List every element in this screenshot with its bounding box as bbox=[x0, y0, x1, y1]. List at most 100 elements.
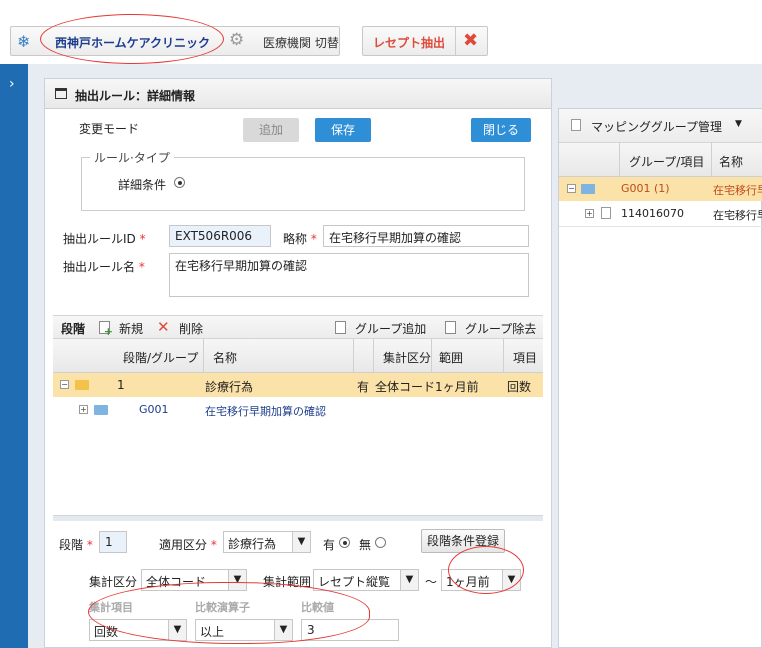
collapse-icon[interactable]: − bbox=[60, 380, 69, 389]
rule-type-fieldset: ルール·タイプ 詳細条件 bbox=[81, 149, 525, 211]
col-item[interactable]: 項目 bbox=[513, 349, 537, 366]
stage-number-field[interactable]: 1 bbox=[99, 531, 127, 553]
no-label: 無 bbox=[359, 538, 372, 552]
rule-detail-panel: 抽出ルール：詳細情報 変更モード 追加 保存 閉じる ルール·タイプ 詳細条件 … bbox=[44, 78, 552, 648]
apply-select[interactable]: 診療行為 ▼ bbox=[223, 531, 311, 553]
caret-down-icon[interactable]: ▼ bbox=[735, 119, 742, 129]
apply-label: 適用区分 * bbox=[159, 538, 217, 552]
mapping-toolbar: マッピンググループ管理 ▼ bbox=[559, 109, 762, 143]
stage-grid-header: 段階/グループ 名称 集計区分 範囲 項目 bbox=[53, 339, 543, 373]
rule-id-label: 抽出ルールID * bbox=[63, 232, 146, 246]
cell-name: 在宅移行早期加算の確認 bbox=[205, 405, 326, 418]
cell-range: 1ヶ月前 bbox=[435, 380, 479, 394]
cell-aggregation: 全体コード bbox=[375, 380, 436, 394]
clinic-name[interactable]: 西神戸ホームケアクリニック bbox=[55, 34, 210, 51]
expand-icon[interactable]: + bbox=[79, 405, 88, 414]
clinic-selector: ❄ 西神戸ホームケアクリニック ⚙ 医療機関 切替 bbox=[10, 26, 340, 56]
close-icon[interactable]: ✖ bbox=[463, 30, 478, 51]
document-icon bbox=[601, 207, 611, 219]
range-select[interactable]: レセプト縦覧 ▼ bbox=[313, 569, 419, 591]
agg-select-value: 全体コード bbox=[146, 575, 207, 589]
agg-select[interactable]: 全体コード ▼ bbox=[141, 569, 247, 591]
mode-label: 変更モード bbox=[79, 122, 140, 136]
range-to-select-value: 1ヶ月前 bbox=[446, 575, 490, 589]
table-row[interactable]: + G001 在宅移行早期加算の確認 bbox=[53, 397, 543, 423]
switch-clinic-button[interactable]: 医療機関 切替 bbox=[263, 34, 339, 51]
panel-header: 抽出ルール：詳細情報 bbox=[45, 79, 551, 109]
compare-value-field[interactable]: 3 bbox=[301, 619, 399, 641]
folder-icon bbox=[581, 184, 595, 194]
mapping-grid-header: グループ/項目 名称 bbox=[559, 143, 762, 177]
add-button[interactable]: 追加 bbox=[243, 118, 299, 142]
register-stage-button[interactable]: 段階条件登録 bbox=[421, 529, 505, 553]
chevron-down-icon: ▼ bbox=[274, 620, 292, 640]
cell-flag: 有 bbox=[357, 380, 370, 394]
no-radio[interactable] bbox=[375, 537, 386, 548]
new-doc-icon: + bbox=[99, 321, 113, 337]
rule-type-legend: ルール·タイプ bbox=[90, 149, 174, 166]
chevron-down-icon: ▼ bbox=[400, 570, 418, 590]
col-aggregation[interactable]: 集計区分 bbox=[383, 349, 431, 366]
new-button[interactable]: 新規 bbox=[119, 320, 143, 337]
mapping-group-menu[interactable]: マッピンググループ管理 bbox=[591, 118, 722, 135]
stage-label: 段階 * bbox=[59, 538, 93, 552]
short-name-field[interactable]: 在宅移行早期加算の確認 bbox=[323, 225, 529, 247]
col-range[interactable]: 範囲 bbox=[439, 349, 463, 366]
range-to-select[interactable]: 1ヶ月前 ▼ bbox=[441, 569, 521, 591]
detail-condition-label: 詳細条件 bbox=[118, 178, 167, 192]
short-name-label: 略称 * bbox=[283, 232, 317, 246]
mapping-panel: マッピンググループ管理 ▼ グループ/項目 名称 − G001 (1) 在宅移行… bbox=[558, 108, 762, 648]
document-icon bbox=[571, 119, 581, 131]
table-row[interactable]: + 114016070 在宅移行早 bbox=[559, 201, 762, 227]
col-name[interactable]: 名称 bbox=[213, 349, 237, 366]
stage-toolbar-title: 段階 bbox=[61, 322, 86, 336]
col-stage-group[interactable]: 段階/グループ bbox=[123, 349, 198, 366]
expand-icon[interactable]: + bbox=[585, 209, 594, 218]
delete-icon: ✕ bbox=[157, 318, 170, 336]
panel-title: 抽出ルール：詳細情報 bbox=[75, 89, 196, 103]
cell-code: G001 (1) bbox=[621, 182, 670, 195]
left-expand-strip[interactable]: › bbox=[0, 64, 28, 648]
window-icon bbox=[55, 88, 67, 99]
folder-icon bbox=[75, 380, 89, 390]
cell-mapping-name: 在宅移行早 bbox=[713, 184, 762, 197]
group-remove-button[interactable]: グループ除去 bbox=[465, 320, 536, 337]
detail-condition-radio[interactable] bbox=[174, 177, 185, 188]
agg-label: 集計区分 bbox=[89, 575, 138, 589]
delete-button[interactable]: 削除 bbox=[179, 320, 203, 337]
close-button[interactable]: 閉じる bbox=[471, 118, 531, 142]
rule-id-field[interactable]: EXT506R006 bbox=[169, 225, 271, 247]
operator-select[interactable]: 以上 ▼ bbox=[195, 619, 293, 641]
item-select[interactable]: 回数 ▼ bbox=[89, 619, 187, 641]
stage-toolbar: 段階 + 新規 ✕ 削除 グループ追加 グループ除去 bbox=[53, 315, 543, 339]
rule-name-field[interactable]: 在宅移行早期加算の確認 bbox=[169, 253, 529, 297]
tilde-label: ～ bbox=[425, 575, 438, 589]
chevron-right-icon[interactable]: › bbox=[9, 76, 15, 92]
chevron-down-icon: ▼ bbox=[502, 570, 520, 590]
item-header: 集計項目 bbox=[89, 601, 133, 614]
workspace: 抽出ルール：詳細情報 変更モード 追加 保存 閉じる ルール·タイプ 詳細条件 … bbox=[28, 64, 762, 648]
chevron-down-icon: ▼ bbox=[168, 620, 186, 640]
table-row[interactable]: − G001 (1) 在宅移行早 bbox=[559, 177, 762, 201]
item-select-value: 回数 bbox=[94, 625, 119, 639]
compare-header: 比較値 bbox=[301, 601, 334, 614]
snowflake-icon: ❄ bbox=[17, 32, 31, 51]
group-add-button[interactable]: グループ追加 bbox=[355, 320, 426, 337]
gear-icon: ⚙ bbox=[229, 30, 245, 50]
cell-stage: 1 bbox=[117, 378, 125, 392]
receipt-extract-group: レセプト抽出 ✖ bbox=[362, 26, 488, 56]
yes-label: 有 bbox=[323, 538, 336, 552]
table-row[interactable]: − 1 診療行為 有 全体コード 1ヶ月前 回数 bbox=[53, 373, 543, 397]
receipt-extract-button[interactable]: レセプト抽出 bbox=[373, 34, 445, 51]
col-mapping-name[interactable]: 名称 bbox=[719, 153, 743, 170]
rule-form: 変更モード 追加 保存 閉じる ルール·タイプ 詳細条件 抽出ルールID * E… bbox=[53, 109, 543, 315]
collapse-icon[interactable]: − bbox=[567, 184, 576, 193]
save-button[interactable]: 保存 bbox=[315, 118, 371, 142]
cell-code: 114016070 bbox=[621, 207, 684, 220]
group-add-icon bbox=[335, 321, 346, 334]
yes-radio[interactable] bbox=[339, 537, 350, 548]
cell-name: 診療行為 bbox=[205, 380, 254, 394]
chevron-down-icon: ▼ bbox=[292, 532, 310, 552]
apply-select-value: 診療行為 bbox=[228, 537, 277, 551]
col-group-item[interactable]: グループ/項目 bbox=[629, 153, 704, 170]
